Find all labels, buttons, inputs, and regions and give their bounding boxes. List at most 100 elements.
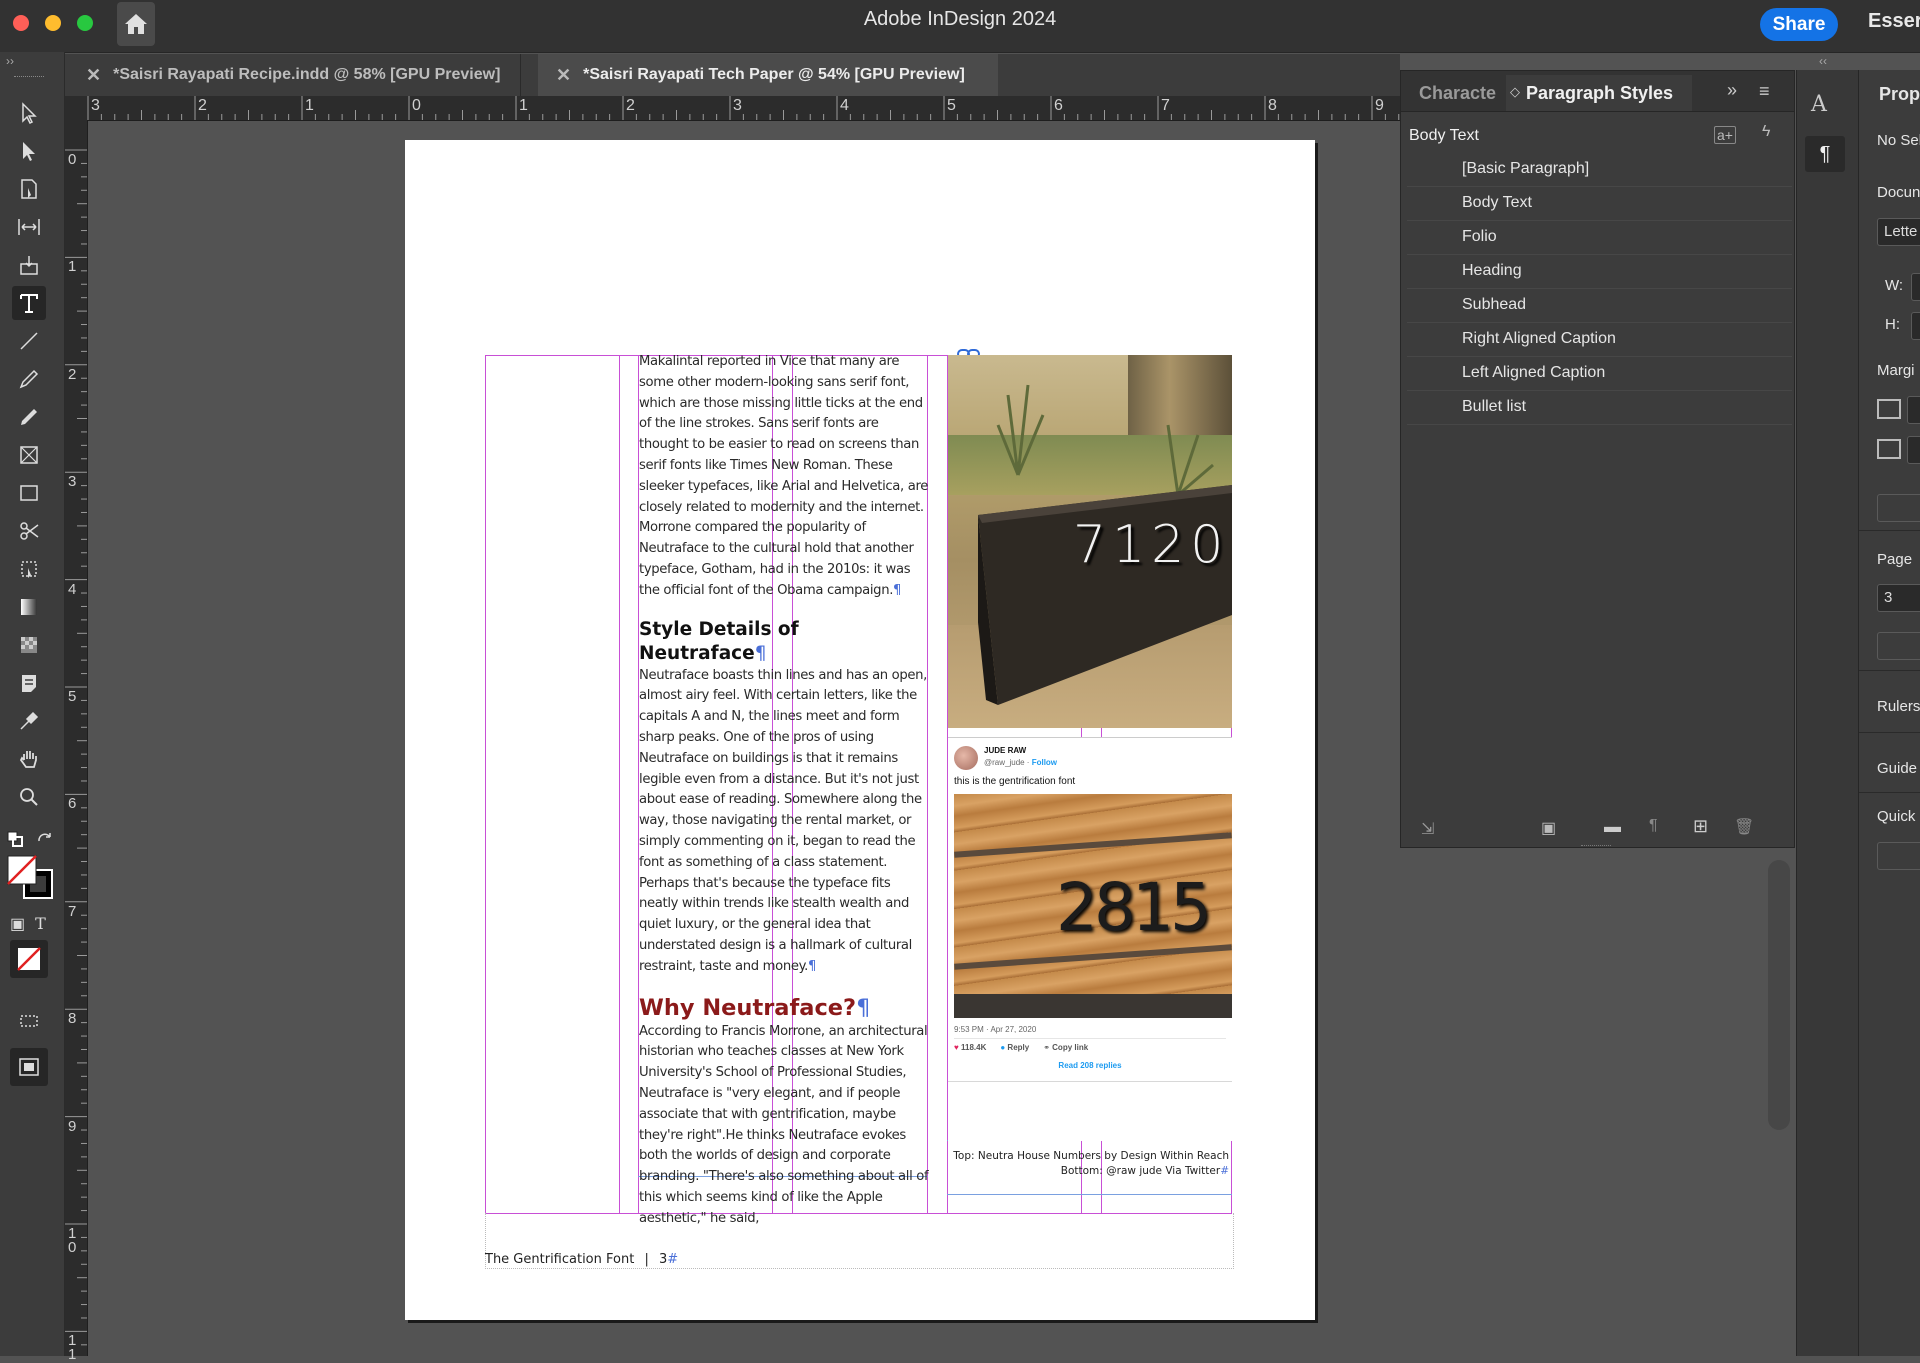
- expand-panel-icon[interactable]: ››: [6, 54, 14, 68]
- more-panels-icon[interactable]: »: [1727, 80, 1737, 101]
- no-selection-label: No Sel: [1877, 132, 1920, 149]
- folio-footer[interactable]: The Gentrification Font | 3#: [485, 1252, 678, 1267]
- new-style-from-selection-icon[interactable]: a+: [1714, 126, 1736, 144]
- resize-grip[interactable]: [1581, 845, 1611, 847]
- ruler-label: 1: [305, 97, 314, 114]
- arrow-outline-icon: [22, 102, 37, 124]
- ruler-label: 7: [68, 902, 77, 920]
- gradient-swatch-tool[interactable]: [12, 590, 46, 624]
- body-text-frame[interactable]: Makalintal reported in Vice that many ar…: [639, 352, 929, 1229]
- style-row-body-text[interactable]: Body Text: [1407, 187, 1792, 221]
- width-input[interactable]: [1911, 273, 1920, 301]
- gap-tool[interactable]: [12, 210, 46, 244]
- share-button[interactable]: Share: [1760, 8, 1838, 41]
- rectangle-tool[interactable]: [12, 476, 46, 510]
- collapse-panels-icon[interactable]: ‹‹: [1819, 54, 1827, 68]
- image-caption[interactable]: Top: Neutra House Numbers by Design With…: [949, 1149, 1229, 1179]
- zoom-tool[interactable]: [12, 780, 46, 814]
- like-action[interactable]: ♥ 118.4K: [954, 1043, 986, 1052]
- panel-menu-icon[interactable]: ≡: [1759, 81, 1770, 102]
- house-number-photo-top[interactable]: 7120: [948, 355, 1232, 728]
- avatar: [954, 746, 978, 770]
- margin-bottom-input[interactable]: [1907, 436, 1920, 464]
- character-styles-icon[interactable]: A: [1811, 92, 1827, 117]
- close-tab-icon[interactable]: ✕: [556, 65, 571, 86]
- pen-tool[interactable]: [12, 362, 46, 396]
- style-row-subhead[interactable]: Subhead: [1407, 289, 1792, 323]
- collapsed-panel-strip: ‹‹ A ¶: [1796, 54, 1859, 1356]
- swap-fill-stroke-icon[interactable]: [36, 832, 54, 855]
- horizontal-ruler[interactable]: 3 2 1 0 1 2 3 4 5 6 7 8 9: [65, 96, 1400, 121]
- edit-page-button[interactable]: [1877, 632, 1920, 660]
- follow-link[interactable]: Follow: [1032, 758, 1057, 767]
- rulers-section-label: Rulers: [1877, 698, 1920, 715]
- vertical-ruler[interactable]: 0 1 2 3 4 5 6 7 8 9 1 0 1 1: [65, 120, 88, 1362]
- container-icon[interactable]: ▣: [10, 914, 25, 934]
- quick-apply-lightning-icon[interactable]: ϟ: [1762, 123, 1770, 141]
- read-replies-link[interactable]: Read 208 replies: [954, 1061, 1226, 1070]
- line-tool[interactable]: [12, 324, 46, 358]
- page-tool[interactable]: [12, 172, 46, 206]
- new-style-group-icon[interactable]: ▣: [1541, 818, 1556, 838]
- page-section-label: Page: [1877, 551, 1913, 568]
- note-tool[interactable]: [12, 666, 46, 700]
- paragraph-styles-icon[interactable]: ¶: [1805, 136, 1845, 172]
- eyedropper-tool[interactable]: [12, 704, 46, 738]
- ruler-label: 2: [68, 365, 77, 383]
- height-input[interactable]: [1911, 312, 1920, 340]
- delete-trash-icon[interactable]: 🗑: [1734, 817, 1754, 837]
- tab-recipe-document[interactable]: ✕ *Saisri Rayapati Recipe.indd @ 58% [GP…: [68, 54, 521, 96]
- selection-tool[interactable]: [12, 96, 46, 130]
- adjust-layout-button[interactable]: [1877, 494, 1920, 522]
- apply-none-button[interactable]: [10, 940, 48, 978]
- fill-stroke-swatch[interactable]: [6, 854, 54, 905]
- ruler-label: 5: [947, 97, 956, 114]
- margin-top-input[interactable]: [1907, 396, 1920, 424]
- type-tool[interactable]: [12, 286, 46, 320]
- tweet-screenshot[interactable]: JUDE RAW @raw_jude · Follow this is the …: [948, 737, 1232, 1141]
- tab-character-styles[interactable]: Characte: [1419, 83, 1496, 104]
- caption-top-line: Top: Neutra House Numbers by Design With…: [953, 1150, 1229, 1162]
- scissors-tool[interactable]: [12, 514, 46, 548]
- clear-overrides-icon[interactable]: ¶: [1649, 817, 1658, 835]
- section-divider: [1859, 732, 1920, 733]
- style-row-folio[interactable]: Folio: [1407, 221, 1792, 255]
- quick-action-button[interactable]: [1877, 842, 1920, 870]
- style-row-heading[interactable]: Heading: [1407, 255, 1792, 289]
- style-row-bullet-list[interactable]: Bullet list: [1407, 391, 1792, 425]
- preview-mode-button[interactable]: [10, 1048, 48, 1086]
- title-bar: Adobe InDesign 2024 Share Esser: [0, 0, 1920, 53]
- tab-paragraph-styles[interactable]: ◇ Paragraph Styles: [1506, 75, 1692, 111]
- content-collector-icon: [20, 256, 38, 275]
- formatting-affects-toggle[interactable]: ▣ T: [10, 914, 46, 934]
- panel-grip[interactable]: [14, 76, 44, 79]
- workspace-switcher[interactable]: Esser: [1868, 10, 1920, 33]
- content-collector-tool[interactable]: [12, 248, 46, 282]
- text-formatting-icon[interactable]: T: [35, 914, 46, 934]
- document-page[interactable]: Makalintal reported in Vice that many ar…: [405, 140, 1315, 1320]
- folder-icon[interactable]: ▬: [1604, 817, 1621, 837]
- free-transform-tool[interactable]: [12, 552, 46, 586]
- ruler-label: 3: [91, 97, 100, 114]
- tab-tech-paper-document[interactable]: ✕ *Saisri Rayapati Tech Paper @ 54% [GPU…: [538, 54, 998, 96]
- rectangle-frame-tool[interactable]: [12, 438, 46, 472]
- default-fill-stroke-icon[interactable]: [6, 830, 26, 855]
- direct-selection-tool[interactable]: [12, 134, 46, 168]
- hand-tool[interactable]: [12, 742, 46, 776]
- load-styles-icon[interactable]: ⇲: [1421, 819, 1434, 839]
- style-row-left-aligned-caption[interactable]: Left Aligned Caption: [1407, 357, 1792, 391]
- vertical-scrollbar[interactable]: [1768, 860, 1790, 1130]
- style-row-basic-paragraph[interactable]: [Basic Paragraph]: [1407, 153, 1792, 187]
- new-style-plus-icon[interactable]: ⊞: [1693, 816, 1708, 837]
- section-divider: [1859, 670, 1920, 671]
- close-tab-icon[interactable]: ✕: [86, 65, 101, 86]
- copy-link-action[interactable]: ⚭ Copy link: [1043, 1043, 1088, 1052]
- pencil-tool[interactable]: [12, 400, 46, 434]
- reply-action[interactable]: ● Reply: [1000, 1043, 1029, 1052]
- screen-mode-button[interactable]: [12, 1004, 46, 1038]
- document-preset-select[interactable]: Lette: [1877, 218, 1920, 246]
- tweet-photo-2815: 2815: [954, 794, 1232, 1018]
- gradient-feather-tool[interactable]: [12, 628, 46, 662]
- style-row-right-aligned-caption[interactable]: Right Aligned Caption: [1407, 323, 1792, 357]
- page-number-input[interactable]: 3: [1877, 584, 1920, 612]
